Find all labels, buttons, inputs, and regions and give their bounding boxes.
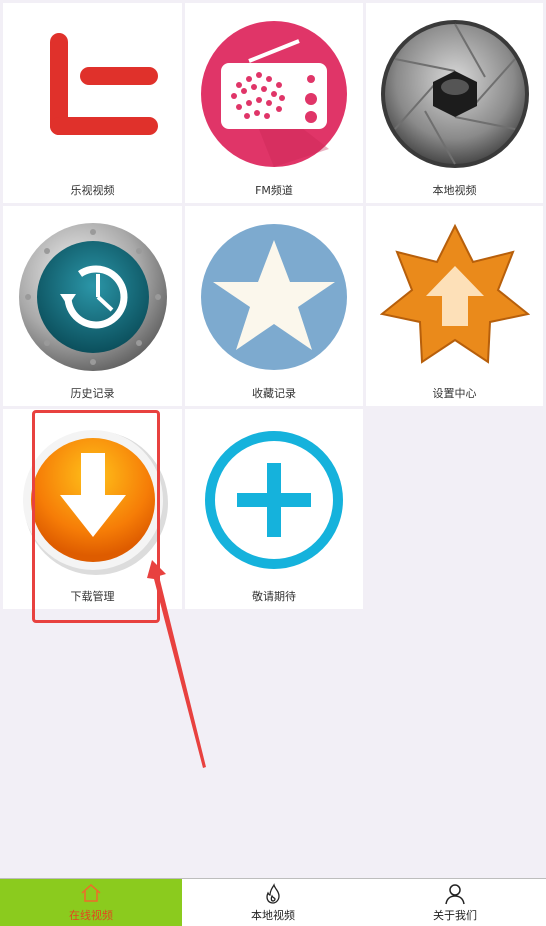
nav-label: 本地视频 — [251, 909, 295, 922]
bottom-nav: 在线视频 本地视频 关于我们 — [0, 878, 546, 926]
flame-icon — [266, 883, 280, 904]
annotation-arrow-icon — [147, 560, 206, 768]
user-icon — [445, 884, 465, 905]
nav-about-us[interactable]: 关于我们 — [364, 879, 546, 926]
nav-local-video[interactable]: 本地视频 — [182, 879, 364, 926]
nav-label: 在线视频 — [69, 909, 113, 922]
nav-online-video[interactable]: 在线视频 — [0, 879, 182, 926]
nav-label: 关于我们 — [433, 909, 477, 922]
home-icon — [81, 883, 101, 902]
